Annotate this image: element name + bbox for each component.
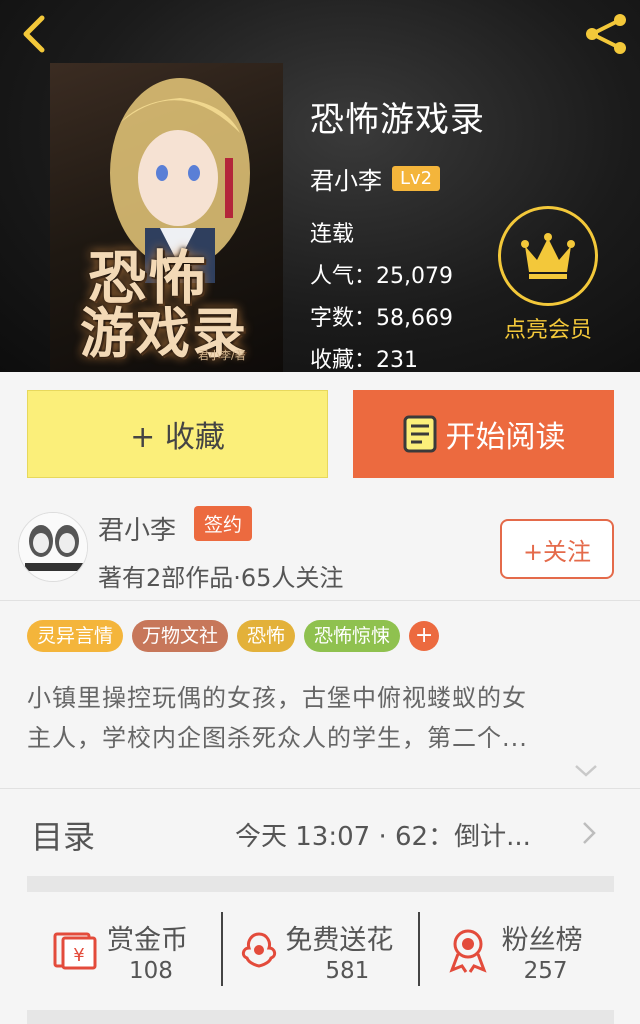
action-bar: + 收藏 开始阅读 [0,390,640,478]
book-description[interactable]: 小镇里操控玩偶的女孩，古堡中俯视蝼蚁的女 主人，学校内企图杀死众人的学生，第二个… [27,678,617,758]
back-arrow-icon[interactable] [14,12,58,56]
description-line: 主人，学校内企图杀死众人的学生，第二个... [27,724,528,752]
stat-label: 粉丝榜 [501,925,583,956]
section-separator [27,1010,614,1024]
book-meta: 连载 人气：25,079 字数：58,669 收藏：231 [310,214,485,372]
author-summary: 著有2部作品·65人关注 [98,564,344,592]
vip-label: 点亮会员 [503,318,592,343]
toc-latest-update: 今天 13:07 · 62：倒计... [235,822,531,852]
author-level-badge: Lv2 [392,166,441,191]
book-icon [403,415,436,453]
book-title: 恐怖游戏录 [310,100,485,140]
section-separator [27,876,614,892]
toc-label: 目录 [31,818,96,856]
stat-value: 108 [129,958,173,984]
add-tag-button[interactable]: + [409,621,440,651]
divider [0,600,640,601]
book-status: 连载 [310,222,355,247]
chevron-right-icon [583,822,596,844]
fan-ranking-stat[interactable]: 粉丝榜 257 [420,900,614,1000]
description-line: 小镇里操控玩偶的女孩，古堡中俯视蝼蚁的女 [27,684,527,712]
book-word-count: 字数：58,669 [310,306,453,331]
divider [0,788,640,789]
book-cover[interactable]: 恐怖 游戏录 君小李/著 [50,63,283,372]
svg-text:¥: ¥ [73,945,84,966]
tag-item[interactable]: 恐怖惊悚 [304,620,401,652]
tag-item[interactable]: 恐怖 [237,620,296,652]
book-favorites: 收藏：231 [310,348,418,372]
free-flowers-stat[interactable]: 免费送花 581 [223,900,417,1000]
signed-badge: 签约 [194,506,253,541]
tag-list: 灵异言情 万物文社 恐怖 恐怖惊悚 + [27,620,440,652]
flower-icon [242,932,277,968]
author-card: 君小李 签约 著有2部作品·65人关注 +关注 [0,500,640,600]
author-avatar[interactable] [18,512,88,582]
start-reading-label: 开始阅读 [445,420,566,455]
stat-value: 257 [523,958,568,984]
start-reading-button[interactable]: 开始阅读 [353,390,614,478]
book-author-row: 君小李 Lv2 [310,161,485,196]
book-popularity: 人气：25,079 [310,264,453,289]
crown-icon [521,233,575,279]
vip-circle [498,206,598,306]
share-icon[interactable] [582,12,630,56]
book-header: 恐怖 游戏录 君小李/著 恐怖游戏录 君小李 Lv2 连载 人气：25,079 … [0,0,640,372]
book-info: 恐怖游戏录 君小李 Lv2 连载 人气：25,079 字数：58,669 收藏：… [310,92,485,372]
table-of-contents-row[interactable]: 目录 今天 13:07 · 62：倒计... [27,790,617,876]
stat-label: 赏金币 [107,925,188,956]
collect-button[interactable]: + 收藏 [27,390,328,478]
stat-label: 免费送花 [285,925,394,956]
vip-button[interactable]: 点亮会员 [492,206,604,344]
tag-item[interactable]: 灵异言情 [27,620,124,652]
follow-button[interactable]: +关注 [500,519,614,579]
reward-coins-stat[interactable]: ¥ 赏金币 108 [27,900,221,1000]
cover-author: 君小李/著 [198,349,246,362]
stats-bar: ¥ 赏金币 108 免费送花 581 粉丝榜 257 [27,900,614,1000]
tag-item[interactable]: 万物文社 [132,620,229,652]
avatar-image [19,513,87,581]
stat-value: 581 [325,958,370,984]
reward-envelope-icon: ¥ [53,932,97,970]
chevron-down-icon[interactable] [572,758,600,782]
book-author[interactable]: 君小李 [310,161,382,196]
author-name[interactable]: 君小李 [98,510,176,547]
medal-icon [449,929,487,973]
